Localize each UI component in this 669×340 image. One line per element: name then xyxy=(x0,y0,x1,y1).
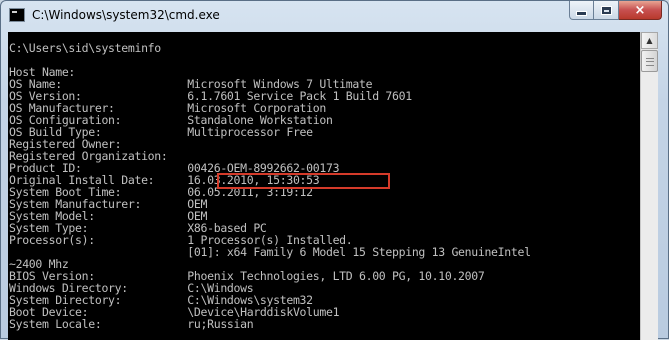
scroll-up-arrow-icon[interactable]: ▲ xyxy=(641,32,658,49)
install-date-highlight-box xyxy=(217,173,390,189)
cmd-window: C:\Windows\system32\cmd.exe × C:\Users\s… xyxy=(0,0,669,340)
vertical-scrollbar[interactable]: ▲ xyxy=(640,32,658,340)
window-title: C:\Windows\system32\cmd.exe xyxy=(32,8,220,22)
minimize-button[interactable] xyxy=(569,1,594,20)
minimize-icon xyxy=(576,10,587,16)
close-icon: × xyxy=(634,2,646,18)
title-bar[interactable]: C:\Windows\system32\cmd.exe × xyxy=(1,1,668,31)
scrollbar-thumb[interactable] xyxy=(641,50,658,72)
cmd-app-icon[interactable] xyxy=(9,8,25,22)
grip-icon xyxy=(646,58,654,66)
close-button[interactable]: × xyxy=(619,1,662,20)
console-line-command: C:\Users\sid\systeminfo xyxy=(9,41,161,55)
scrollbar-track[interactable] xyxy=(641,72,658,340)
console-line-blank xyxy=(9,54,531,66)
maximize-button[interactable] xyxy=(594,1,619,20)
maximize-icon xyxy=(600,5,612,15)
console-output[interactable]: C:\Users\sid\systeminfo Host Name: OS Name… xyxy=(8,32,640,340)
window-controls: × xyxy=(569,1,662,21)
console-line-processor-detail: [01]: x64 Family 6 Model 15 Stepping 13 … xyxy=(9,245,531,259)
console-line-system-locale: System Locale: ru;Russian xyxy=(9,317,254,331)
